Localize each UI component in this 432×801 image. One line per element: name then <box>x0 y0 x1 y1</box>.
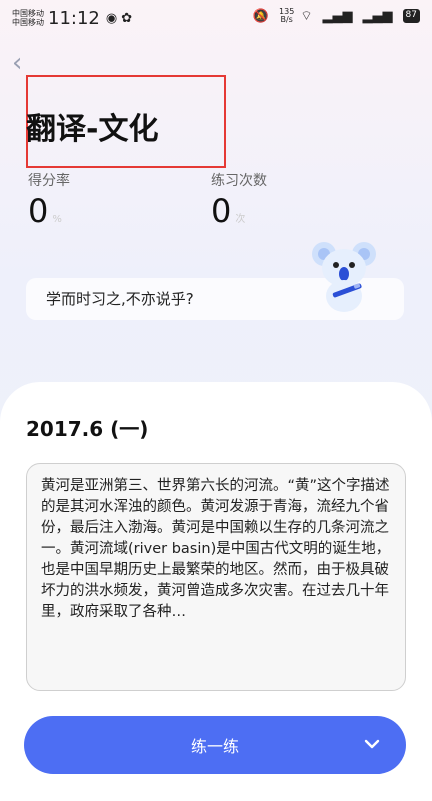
wifi-icon: ⌔ <box>300 9 313 24</box>
page-title: 翻译-文化 <box>26 112 159 147</box>
status-bar: 中国移动 中国移动 11:12 ◉ ✿ 🔕 135 B/s ⌔ ▂▄▆ ▂▄▆ … <box>0 0 432 36</box>
exam-title: 2017.6 (一) <box>26 417 149 441</box>
mute-icon: 🔕 <box>252 8 270 24</box>
speed-unit: B/s <box>280 15 293 24</box>
carrier-info: 中国移动 中国移动 <box>12 9 44 27</box>
carrier-2: 中国移动 <box>12 18 44 27</box>
passage-text-box: 黄河是亚洲第三、世界第六长的河流。“黄”这个字描述的是其河水浑浊的颜色。黄河发源… <box>26 463 406 691</box>
practice-count-number: 0 <box>211 192 232 230</box>
network-speed: 135 B/s <box>279 8 294 24</box>
clock: 11:12 <box>48 7 100 29</box>
eye-icon: ◉ <box>105 10 118 26</box>
carrier-1: 中国移动 <box>12 9 44 18</box>
practice-count-label: 练习次数 <box>211 173 267 189</box>
score-rate-label: 得分率 <box>28 173 70 189</box>
chevron-down-icon[interactable] <box>362 734 382 754</box>
status-right: 🔕 135 B/s ⌔ ▂▄▆ ▂▄▆ 87 <box>253 8 420 24</box>
back-button[interactable]: ‹ <box>12 50 32 76</box>
score-rate-value: 0% <box>28 192 62 230</box>
practice-label: 练一练 <box>190 737 239 756</box>
practice-button[interactable]: 练一练 <box>24 716 406 774</box>
koala-mascot-icon <box>312 242 376 312</box>
score-rate-unit: % <box>52 214 62 225</box>
practice-count-value: 0次 <box>211 192 245 230</box>
score-rate-number: 0 <box>28 192 49 230</box>
battery-icon: 87 <box>402 9 420 23</box>
notification-icon: ✿ <box>121 10 133 26</box>
signal-icon: ▂▄▆ <box>322 8 353 24</box>
signal-2-icon: ▂▄▆ <box>362 8 393 24</box>
practice-count-unit: 次 <box>235 214 246 225</box>
